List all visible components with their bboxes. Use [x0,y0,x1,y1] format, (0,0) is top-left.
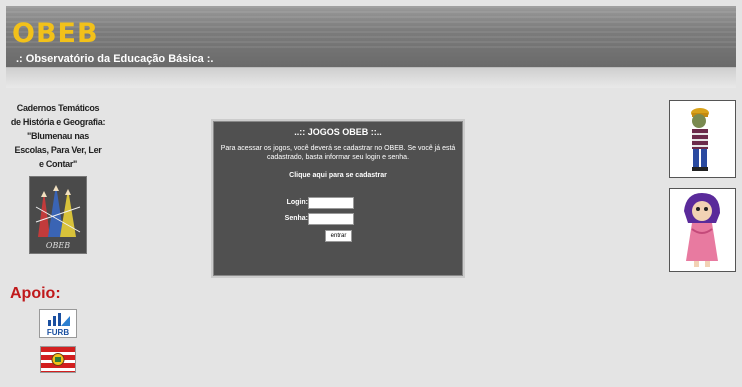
furb-logo[interactable]: FURB [39,309,77,338]
furb-label: FURB [47,328,69,337]
caderno-line: de História e Geografia: [10,117,106,127]
site-header: OBEB .: Observatório da Educação Básica … [6,6,736,67]
site-logo[interactable]: OBEB [12,18,99,49]
girl-character-icon [684,193,720,267]
login-label: Login: [286,199,308,206]
caderno-link[interactable]: Cadernos Temáticos de História e Geograf… [8,101,108,171]
girl-character-image[interactable] [669,188,736,272]
caderno-line: Cadernos Temáticos [16,103,100,113]
furb-icon: FURB [47,313,70,337]
apoio-heading: Apoio: [10,285,61,302]
login-input[interactable] [308,197,354,209]
panel-description: Para acessar os jogos, você deverá se ca… [220,145,456,161]
login-panel: ..:: JOGOS OBEB ::.. Para acessar os jog… [211,119,465,278]
blumenau-flag-logo[interactable] [40,346,76,373]
senha-input[interactable] [308,213,354,225]
caderno-logo-label: OBEB [46,241,70,250]
senha-row: Senha: [213,213,463,225]
boy-character-icon [691,108,709,171]
header-stripes [6,6,736,50]
entrar-button[interactable]: entrar [325,230,352,242]
caderno-line: Escolas, Para Ver, Ler [14,145,102,155]
site-subtitle: .: Observatório da Educação Básica :. [16,53,214,65]
panel-title: ..:: JOGOS OBEB ::.. [294,127,382,137]
boy-character-image[interactable] [669,100,736,178]
senha-label: Senha: [284,215,308,222]
caderno-line: e Contar" [38,159,78,169]
pencils-icon: OBEB [30,177,86,253]
register-link[interactable]: Clique aqui para se cadastrar [213,172,463,179]
caderno-line: "Blumenau nas [27,131,89,141]
caderno-cover-image[interactable]: OBEB [29,176,87,254]
login-row: Login: [213,197,463,209]
header-subbar [6,67,736,88]
coat-of-arms-icon [51,353,65,366]
